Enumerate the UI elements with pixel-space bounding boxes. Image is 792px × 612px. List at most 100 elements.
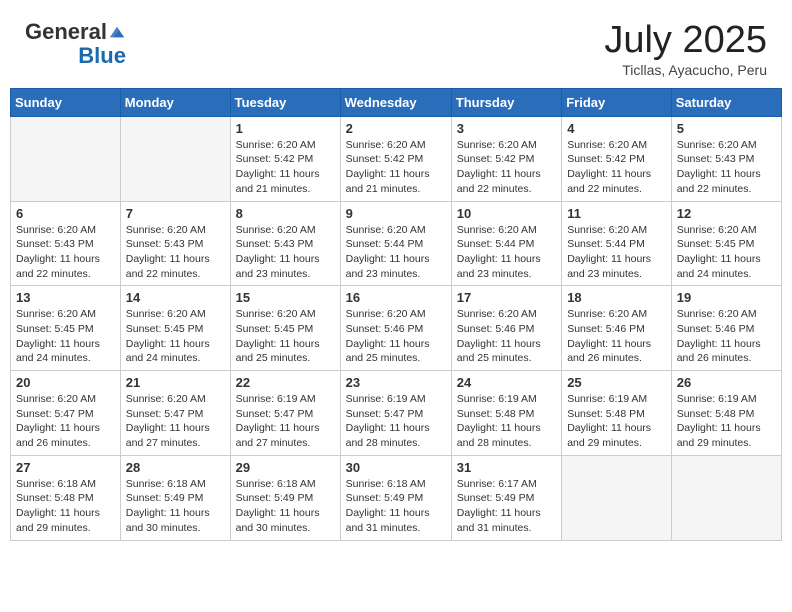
week-row-1: 1 Sunrise: 6:20 AMSunset: 5:42 PMDaylight…	[11, 116, 782, 201]
calendar-cell: 2 Sunrise: 6:20 AMSunset: 5:42 PMDaylight…	[340, 116, 451, 201]
day-number: 6	[16, 206, 115, 221]
calendar-cell: 6 Sunrise: 6:20 AMSunset: 5:43 PMDaylight…	[11, 201, 121, 286]
day-number: 31	[457, 460, 556, 475]
day-number: 21	[126, 375, 225, 390]
day-number: 8	[236, 206, 335, 221]
day-number: 14	[126, 290, 225, 305]
day-number: 5	[677, 121, 776, 136]
day-number: 2	[346, 121, 446, 136]
cell-info: Sunrise: 6:20 AMSunset: 5:43 PMDaylight:…	[236, 223, 335, 282]
cell-info: Sunrise: 6:20 AMSunset: 5:44 PMDaylight:…	[346, 223, 446, 282]
calendar-cell: 11 Sunrise: 6:20 AMSunset: 5:44 PMDayligh…	[562, 201, 672, 286]
cell-info: Sunrise: 6:18 AMSunset: 5:48 PMDaylight:…	[16, 477, 115, 536]
calendar-cell: 29 Sunrise: 6:18 AMSunset: 5:49 PMDayligh…	[230, 455, 340, 540]
cell-info: Sunrise: 6:19 AMSunset: 5:47 PMDaylight:…	[236, 392, 335, 451]
calendar-cell: 10 Sunrise: 6:20 AMSunset: 5:44 PMDayligh…	[451, 201, 561, 286]
calendar-cell: 24 Sunrise: 6:19 AMSunset: 5:48 PMDayligh…	[451, 371, 561, 456]
day-number: 10	[457, 206, 556, 221]
cell-info: Sunrise: 6:19 AMSunset: 5:48 PMDaylight:…	[457, 392, 556, 451]
cell-info: Sunrise: 6:20 AMSunset: 5:47 PMDaylight:…	[126, 392, 225, 451]
cell-info: Sunrise: 6:20 AMSunset: 5:45 PMDaylight:…	[16, 307, 115, 366]
calendar-cell: 8 Sunrise: 6:20 AMSunset: 5:43 PMDaylight…	[230, 201, 340, 286]
day-number: 12	[677, 206, 776, 221]
cell-info: Sunrise: 6:18 AMSunset: 5:49 PMDaylight:…	[126, 477, 225, 536]
weekday-header-monday: Monday	[120, 88, 230, 116]
day-number: 30	[346, 460, 446, 475]
cell-info: Sunrise: 6:20 AMSunset: 5:42 PMDaylight:…	[236, 138, 335, 197]
location: Ticllas, Ayacucho, Peru	[604, 62, 767, 78]
logo-icon	[108, 23, 126, 41]
day-number: 3	[457, 121, 556, 136]
day-number: 13	[16, 290, 115, 305]
day-number: 29	[236, 460, 335, 475]
cell-info: Sunrise: 6:20 AMSunset: 5:43 PMDaylight:…	[677, 138, 776, 197]
calendar-cell: 4Sunrise: 6:20 AMSunset: 5:42 PMDaylight…	[562, 116, 672, 201]
calendar-cell	[562, 455, 672, 540]
calendar-cell: 16Sunrise: 6:20 AMSunset: 5:46 PMDayligh…	[340, 286, 451, 371]
day-number: 4	[567, 121, 666, 136]
logo-blue-text: Blue	[78, 44, 126, 68]
cell-info: Sunrise: 6:20 AMSunset: 5:46 PMDaylight:…	[677, 307, 776, 366]
day-number: 25	[567, 375, 666, 390]
cell-info: Sunrise: 6:20 AMSunset: 5:45 PMDaylight:…	[677, 223, 776, 282]
day-number: 27	[16, 460, 115, 475]
day-number: 23	[346, 375, 446, 390]
calendar-cell	[671, 455, 781, 540]
day-number: 19	[677, 290, 776, 305]
calendar-cell: 7Sunrise: 6:20 AMSunset: 5:43 PMDaylight…	[120, 201, 230, 286]
weekday-header-sunday: Sunday	[11, 88, 121, 116]
header: General Blue July 2025 Ticllas, Ayacucho…	[10, 10, 782, 83]
calendar-cell: 21 Sunrise: 6:20 AMSunset: 5:47 PMDayligh…	[120, 371, 230, 456]
cell-info: Sunrise: 6:20 AMSunset: 5:44 PMDaylight:…	[567, 223, 666, 282]
day-number: 17	[457, 290, 556, 305]
calendar-cell: 17 Sunrise: 6:20 AMSunset: 5:46 PMDayligh…	[451, 286, 561, 371]
cell-info: Sunrise: 6:20 AMSunset: 5:43 PMDaylight:…	[16, 223, 115, 282]
calendar-cell: 31 Sunrise: 6:17 AMSunset: 5:49 PMDayligh…	[451, 455, 561, 540]
calendar-cell: 22 Sunrise: 6:19 AMSunset: 5:47 PMDayligh…	[230, 371, 340, 456]
cell-info: Sunrise: 6:17 AMSunset: 5:49 PMDaylight:…	[457, 477, 556, 536]
week-row-5: 27 Sunrise: 6:18 AMSunset: 5:48 PMDayligh…	[11, 455, 782, 540]
week-row-3: 13 Sunrise: 6:20 AMSunset: 5:45 PMDayligh…	[11, 286, 782, 371]
calendar-cell: 30Sunrise: 6:18 AMSunset: 5:49 PMDayligh…	[340, 455, 451, 540]
weekday-header-friday: Friday	[562, 88, 672, 116]
title-block: July 2025 Ticllas, Ayacucho, Peru	[604, 20, 767, 78]
cell-info: Sunrise: 6:20 AMSunset: 5:47 PMDaylight:…	[16, 392, 115, 451]
calendar-cell: 1 Sunrise: 6:20 AMSunset: 5:42 PMDaylight…	[230, 116, 340, 201]
day-number: 11	[567, 206, 666, 221]
calendar-cell: 25Sunrise: 6:19 AMSunset: 5:48 PMDayligh…	[562, 371, 672, 456]
day-number: 1	[236, 121, 335, 136]
day-number: 26	[677, 375, 776, 390]
logo: General Blue	[25, 20, 126, 68]
cell-info: Sunrise: 6:20 AMSunset: 5:46 PMDaylight:…	[346, 307, 446, 366]
calendar: SundayMondayTuesdayWednesdayThursdayFrid…	[10, 88, 782, 541]
day-number: 28	[126, 460, 225, 475]
calendar-cell: 14 Sunrise: 6:20 AMSunset: 5:45 PMDayligh…	[120, 286, 230, 371]
calendar-cell: 20 Sunrise: 6:20 AMSunset: 5:47 PMDayligh…	[11, 371, 121, 456]
day-number: 24	[457, 375, 556, 390]
calendar-cell: 9Sunrise: 6:20 AMSunset: 5:44 PMDaylight…	[340, 201, 451, 286]
cell-info: Sunrise: 6:20 AMSunset: 5:45 PMDaylight:…	[126, 307, 225, 366]
calendar-cell: 27 Sunrise: 6:18 AMSunset: 5:48 PMDayligh…	[11, 455, 121, 540]
logo-general-text: General	[25, 20, 107, 44]
cell-info: Sunrise: 6:20 AMSunset: 5:46 PMDaylight:…	[567, 307, 666, 366]
calendar-cell: 26 Sunrise: 6:19 AMSunset: 5:48 PMDayligh…	[671, 371, 781, 456]
cell-info: Sunrise: 6:20 AMSunset: 5:43 PMDaylight:…	[126, 223, 225, 282]
cell-info: Sunrise: 6:19 AMSunset: 5:48 PMDaylight:…	[677, 392, 776, 451]
week-row-2: 6 Sunrise: 6:20 AMSunset: 5:43 PMDaylight…	[11, 201, 782, 286]
calendar-cell: 3 Sunrise: 6:20 AMSunset: 5:42 PMDaylight…	[451, 116, 561, 201]
cell-info: Sunrise: 6:18 AMSunset: 5:49 PMDaylight:…	[236, 477, 335, 536]
cell-info: Sunrise: 6:20 AMSunset: 5:42 PMDaylight:…	[457, 138, 556, 197]
week-row-4: 20 Sunrise: 6:20 AMSunset: 5:47 PMDayligh…	[11, 371, 782, 456]
cell-info: Sunrise: 6:20 AMSunset: 5:44 PMDaylight:…	[457, 223, 556, 282]
calendar-cell: 5 Sunrise: 6:20 AMSunset: 5:43 PMDaylight…	[671, 116, 781, 201]
day-number: 20	[16, 375, 115, 390]
calendar-cell	[11, 116, 121, 201]
month-year: July 2025	[604, 20, 767, 62]
day-number: 22	[236, 375, 335, 390]
cell-info: Sunrise: 6:20 AMSunset: 5:45 PMDaylight:…	[236, 307, 335, 366]
cell-info: Sunrise: 6:20 AMSunset: 5:46 PMDaylight:…	[457, 307, 556, 366]
day-number: 15	[236, 290, 335, 305]
cell-info: Sunrise: 6:20 AMSunset: 5:42 PMDaylight:…	[346, 138, 446, 197]
calendar-cell: 28 Sunrise: 6:18 AMSunset: 5:49 PMDayligh…	[120, 455, 230, 540]
calendar-cell: 19 Sunrise: 6:20 AMSunset: 5:46 PMDayligh…	[671, 286, 781, 371]
